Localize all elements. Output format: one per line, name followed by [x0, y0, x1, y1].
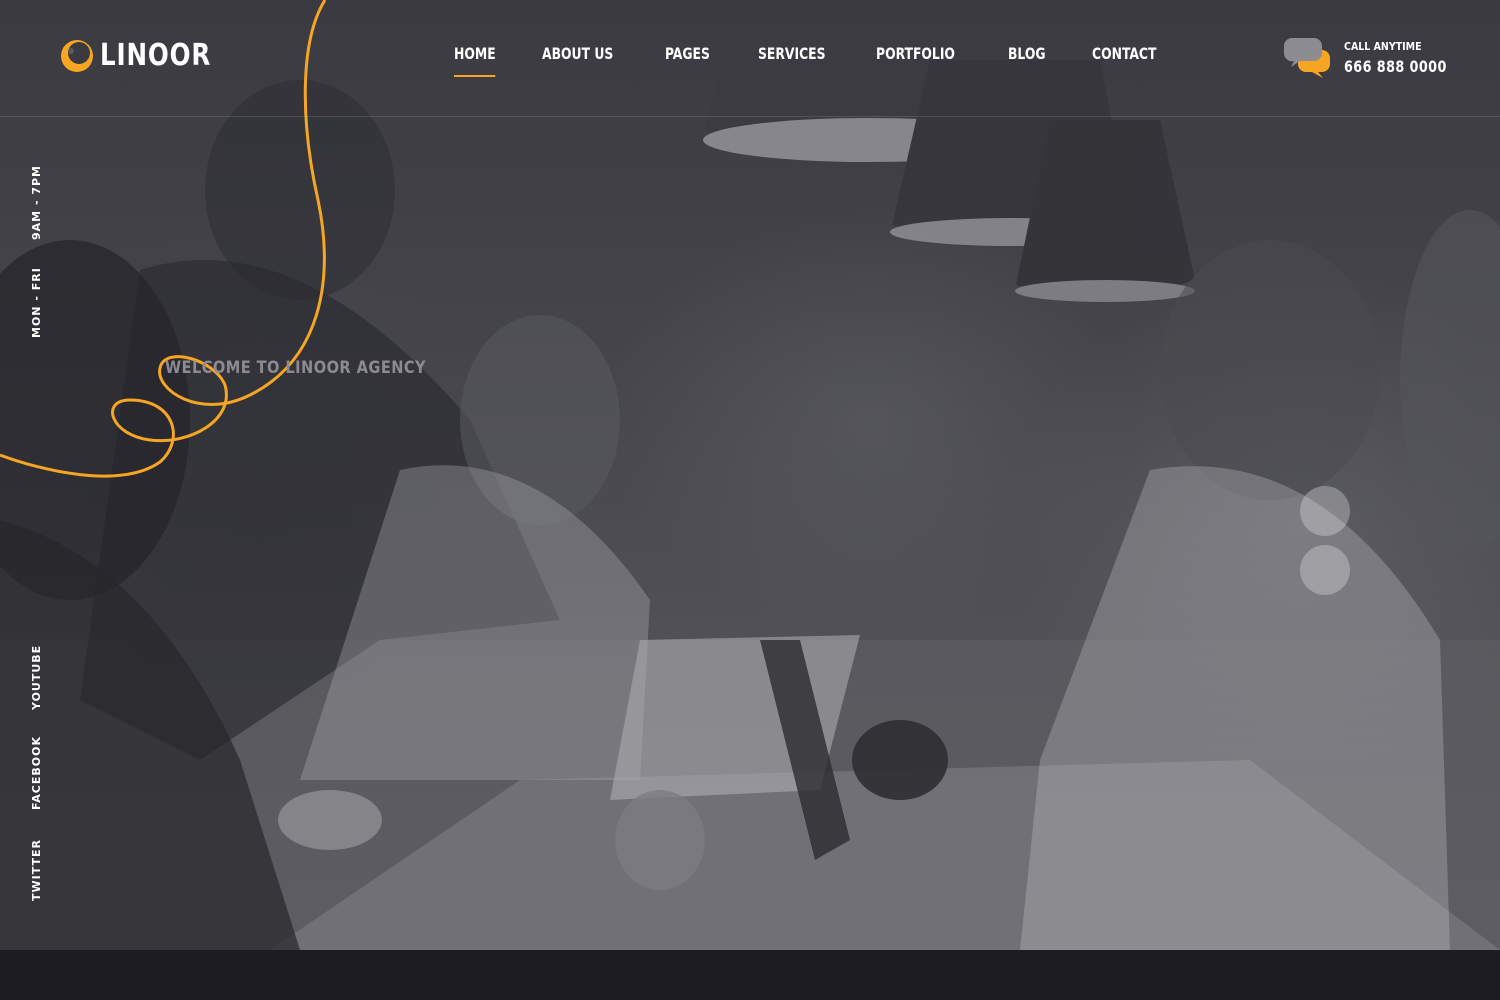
call-anytime-block[interactable]: Call Anytime 666 888 0000 [1284, 36, 1472, 78]
nav-item-portfolio[interactable]: Portfolio [876, 44, 955, 63]
social-link-youtube[interactable]: Youtube [30, 645, 43, 710]
hero-background-image [0, 0, 1500, 950]
crescent-logo-icon [61, 39, 93, 72]
slider-bullet-2[interactable] [1300, 545, 1350, 595]
social-link-facebook[interactable]: Facebook [30, 736, 43, 810]
slider-bullet-1[interactable] [1300, 486, 1350, 536]
call-anytime-label: Call Anytime [1344, 40, 1422, 53]
nav-item-blog[interactable]: Blog [1008, 44, 1046, 63]
hero-welcome-text: Welcome to Linoor Agency [165, 358, 427, 378]
nav-item-pages[interactable]: Pages [665, 44, 710, 63]
nav-item-services[interactable]: Services [758, 44, 826, 63]
site-header: LINOOR Home About Us Pages Services Port… [0, 0, 1500, 117]
chat-bubbles-icon [1284, 38, 1330, 78]
site-logo[interactable]: LINOOR [60, 38, 236, 73]
nav-item-contact[interactable]: Contact [1092, 44, 1156, 63]
nav-item-about-us[interactable]: About Us [542, 44, 613, 63]
business-hours: 9am - 7pm [30, 165, 43, 240]
business-days: Mon - Fri [30, 267, 43, 338]
nav-item-home[interactable]: Home [454, 44, 497, 77]
footer-band [0, 950, 1500, 1000]
main-navigation: Home About Us Pages Services Portfolio B… [454, 44, 1207, 77]
brand-name: LINOOR [100, 38, 212, 73]
phone-number[interactable]: 666 888 0000 [1344, 57, 1447, 76]
hero-photo-illustration [0, 0, 1500, 950]
social-link-twitter[interactable]: Twitter [30, 839, 43, 901]
